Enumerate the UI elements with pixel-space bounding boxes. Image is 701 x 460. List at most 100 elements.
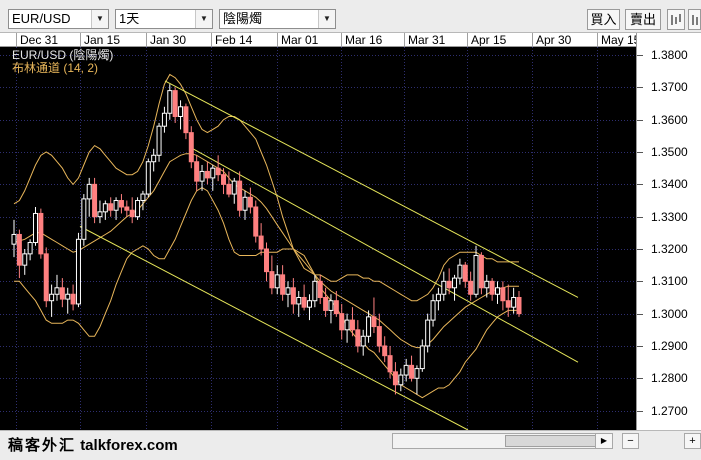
scroll-right-icon[interactable]: ▶ <box>595 434 612 448</box>
candle-body <box>382 345 388 357</box>
timeframe-select[interactable]: 1天 ▼ <box>115 9 213 29</box>
candle-body <box>306 300 312 308</box>
candle-body <box>167 90 173 114</box>
candle-body <box>457 264 463 279</box>
candle-body <box>59 287 65 300</box>
price-tick <box>637 184 643 185</box>
candle-body <box>108 203 114 211</box>
candle-body <box>511 296 517 308</box>
candle-body <box>274 274 280 289</box>
candle-body <box>22 253 28 266</box>
symbol-select[interactable]: EUR/USD ▼ <box>8 9 109 29</box>
date-label: Jan 30 <box>146 33 186 46</box>
candle-body <box>317 280 323 298</box>
price-label: 1.3000 <box>651 307 688 321</box>
chevron-down-icon[interactable]: ▼ <box>91 10 108 28</box>
candle-body <box>489 280 495 295</box>
zoom-in-button[interactable]: + <box>684 433 701 449</box>
candle-body <box>102 203 108 213</box>
zoom-out-button[interactable]: − <box>622 433 639 449</box>
watermark: 稿客外汇 talkforex.com <box>8 434 178 457</box>
candle-body <box>387 355 393 373</box>
candle-body <box>264 248 269 273</box>
candle-body <box>221 174 227 185</box>
candle-body <box>403 364 409 376</box>
candle-body <box>226 183 232 195</box>
candle-body <box>462 264 468 282</box>
sell-button[interactable]: 賣出 <box>625 9 661 30</box>
candle-body <box>75 238 81 305</box>
watermark-url: talkforex.com <box>80 437 178 454</box>
candle-body <box>441 280 447 295</box>
price-label: 1.3800 <box>651 48 688 62</box>
candle-body <box>430 300 436 321</box>
candle-body <box>97 211 103 218</box>
chart-scrollbar[interactable]: ▶ <box>392 433 613 449</box>
chevron-down-icon[interactable]: ▼ <box>195 10 212 28</box>
chart-canvas[interactable] <box>0 47 636 430</box>
price-label: 1.3300 <box>651 210 688 224</box>
candle-body <box>145 161 151 195</box>
candle-body <box>16 233 22 266</box>
candle-body <box>188 132 194 163</box>
date-label: Jan 15 <box>80 33 120 46</box>
chart-type-select[interactable]: 陰陽燭 ▼ <box>219 9 336 29</box>
candle-body <box>468 280 474 295</box>
chart-legend-indicator: 布林通道 (14, 2) <box>12 61 99 75</box>
candle-body <box>124 206 130 211</box>
candlestick-chart[interactable] <box>0 47 636 430</box>
candle-body <box>360 335 366 347</box>
date-label: May 15 <box>597 33 636 46</box>
candle-body <box>516 296 522 315</box>
candle-body <box>38 212 44 255</box>
candle-body <box>355 329 361 347</box>
date-label: Apr 30 <box>532 33 571 46</box>
candle-body <box>172 90 178 117</box>
candle-body <box>11 233 17 245</box>
date-label: Mar 16 <box>341 33 382 46</box>
candle-body <box>199 170 205 182</box>
candle-body <box>398 374 404 386</box>
price-label: 1.3600 <box>651 113 688 127</box>
price-tick <box>637 346 643 347</box>
price-label: 1.3200 <box>651 242 688 256</box>
candle-body <box>156 125 162 156</box>
candle-body <box>161 112 167 127</box>
price-label: 1.2700 <box>651 404 688 418</box>
date-label: Mar 01 <box>277 33 318 46</box>
candle-body <box>258 235 264 250</box>
scrollbar-thumb[interactable] <box>505 435 597 447</box>
candle-body <box>500 287 506 302</box>
timeframe-value: 1天 <box>119 11 140 26</box>
buy-button[interactable]: 買入 <box>587 9 620 30</box>
candle-body <box>32 212 38 244</box>
chart-background <box>0 47 636 430</box>
candle-body <box>113 200 119 211</box>
candle-body <box>65 293 71 300</box>
chart-type-value: 陰陽燭 <box>223 11 263 26</box>
candle-body <box>194 161 200 182</box>
price-label: 1.2800 <box>651 371 688 385</box>
price-tick <box>637 55 643 56</box>
date-label: Dec 31 <box>16 33 58 46</box>
candle-body <box>409 364 415 379</box>
price-tick <box>637 378 643 379</box>
candle-body <box>118 200 124 208</box>
watermark-cn: 稿客外汇 <box>8 436 77 454</box>
candle-body <box>247 196 253 208</box>
candle-body <box>349 319 355 331</box>
candle-body <box>328 300 334 311</box>
price-label: 1.2900 <box>651 339 688 353</box>
candle-body <box>269 271 275 289</box>
candle-body <box>414 368 420 379</box>
candle-body <box>371 316 377 328</box>
candle-body <box>312 280 318 302</box>
candle-body <box>210 167 216 179</box>
chevron-down-icon[interactable]: ▼ <box>318 10 335 28</box>
chart-tools-icon[interactable] <box>667 9 685 30</box>
more-tools-icon[interactable] <box>688 9 701 30</box>
candle-body <box>204 170 210 179</box>
price-tick <box>637 314 643 315</box>
date-label: Mar 31 <box>404 33 445 46</box>
price-tick <box>637 281 643 282</box>
